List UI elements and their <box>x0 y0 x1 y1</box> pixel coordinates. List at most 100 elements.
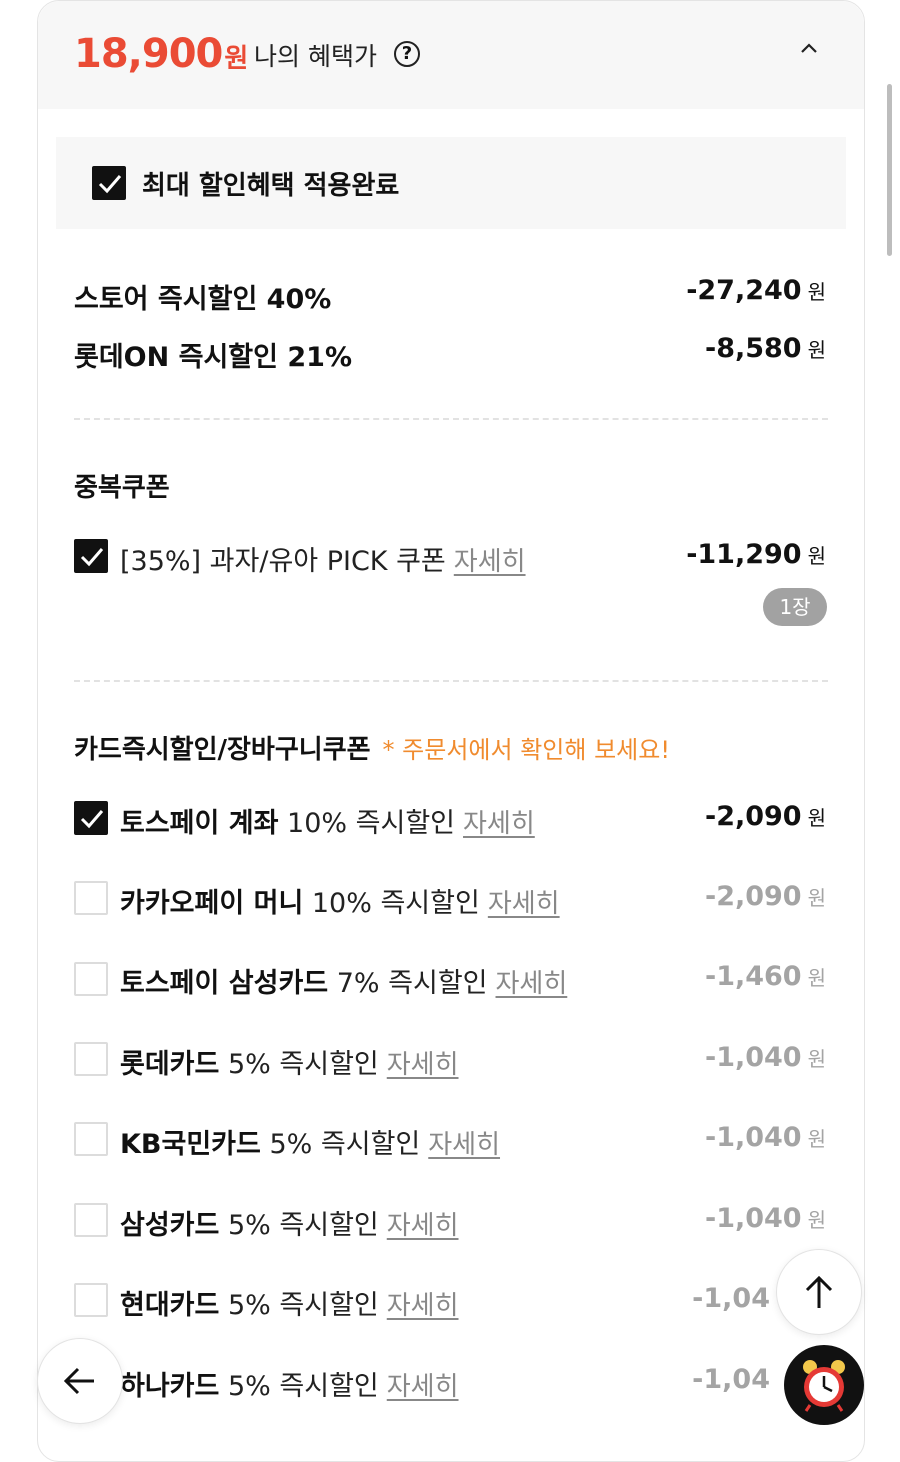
price-value: 18,900 <box>74 31 223 77</box>
amount-value: -2,090 <box>704 881 802 912</box>
chevron-up-icon[interactable] <box>796 35 822 61</box>
amount-unit: 원 <box>807 886 826 910</box>
card-name: 토스페이 계좌 <box>120 808 279 839</box>
coupon-item: [35%] 과자/유아 PICK 쿠폰 자세히 <box>120 539 526 578</box>
divider <box>74 418 828 420</box>
card-amount: -1,04 <box>692 1364 776 1395</box>
amount-unit: 원 <box>807 338 826 362</box>
card-detail-link[interactable]: 자세히 <box>387 1050 459 1080</box>
card-desc: 10% 즉시할인 <box>287 808 456 839</box>
card-detail-link[interactable]: 자세히 <box>428 1130 500 1160</box>
help-icon[interactable]: ? <box>394 41 420 67</box>
amount-unit: 원 <box>807 1047 826 1071</box>
card-name: 현대카드 <box>120 1290 220 1321</box>
amount-unit: 원 <box>807 806 826 830</box>
alarm-button[interactable] <box>784 1345 864 1425</box>
card-desc: 5% 즉시할인 <box>227 1371 379 1402</box>
card-detail-link[interactable]: 자세히 <box>387 1291 459 1321</box>
benefit-header[interactable]: 18,900원 나의 혜택가 ? <box>38 1 864 109</box>
card-name: 롯데카드 <box>120 1049 220 1080</box>
check-icon <box>80 810 104 829</box>
arrow-up-icon <box>805 1275 833 1308</box>
store-discount-amount: -27,240 원 <box>686 275 826 306</box>
max-discount-applied-box: 최대 할인혜택 적용완료 <box>56 137 846 229</box>
coupon-quantity-badge: 1장 <box>763 588 827 626</box>
scroll-top-button[interactable] <box>776 1249 862 1335</box>
benefit-label: 나의 혜택가 <box>254 42 377 71</box>
amount-value: -1,04 <box>692 1364 770 1395</box>
amount-unit: 원 <box>807 966 826 990</box>
card-amount: -1,040 원 <box>705 1122 826 1153</box>
card-detail-link[interactable]: 자세히 <box>488 889 560 919</box>
card-detail-link[interactable]: 자세히 <box>387 1211 459 1241</box>
card-checkbox-kakaopay[interactable] <box>74 881 108 915</box>
card-item-kb: KB국민카드 5% 즉시할인 자세히 <box>120 1122 500 1161</box>
card-amount: -2,090 원 <box>705 801 826 832</box>
card-checkbox-samsung[interactable] <box>74 1203 108 1237</box>
lotteon-discount-label: 롯데ON 즉시할인 21% <box>74 342 353 373</box>
price-unit: 원 <box>224 44 248 74</box>
lotteon-discount-amount: -8,580 원 <box>705 333 826 364</box>
amount-value: -1,460 <box>704 961 802 992</box>
card-detail-link[interactable]: 자세히 <box>463 809 535 839</box>
applied-label: 최대 할인혜택 적용완료 <box>142 171 400 201</box>
card-item-hyundai: 현대카드 5% 즉시할인 자세히 <box>120 1283 459 1322</box>
coupon-section-title: 중복쿠폰 <box>74 473 170 503</box>
card-section-title-text: 카드즉시할인/장바구니쿠폰 <box>74 735 371 765</box>
card-checkbox-lotte[interactable] <box>74 1042 108 1076</box>
card-item-tosspay-samsung: 토스페이 삼성카드 7% 즉시할인 자세히 <box>120 961 567 1000</box>
arrow-left-icon <box>63 1367 94 1395</box>
benefit-price: 18,900원 <box>74 31 248 77</box>
amount-value: -1,04 <box>692 1283 770 1314</box>
card-amount: -1,04 <box>692 1283 776 1314</box>
amount-value: -27,240 <box>686 275 802 306</box>
card-checkbox-kb[interactable] <box>74 1122 108 1156</box>
card-name: 삼성카드 <box>120 1210 220 1241</box>
card-desc: 5% 즉시할인 <box>227 1210 379 1241</box>
card-name: KB국민카드 <box>120 1129 261 1160</box>
amount-unit: 원 <box>807 1208 826 1232</box>
check-icon <box>80 548 104 567</box>
card-checkbox-hyundai[interactable] <box>74 1283 108 1317</box>
store-discount-label: 스토어 즉시할인 40% <box>74 284 332 315</box>
card-desc: 5% 즉시할인 <box>227 1290 379 1321</box>
card-desc: 7% 즉시할인 <box>336 968 488 999</box>
card-section-note: * 주문서에서 확인해 보세요! <box>382 736 670 764</box>
applied-checkbox[interactable] <box>92 166 126 200</box>
card-name: 하나카드 <box>120 1371 220 1402</box>
coupon-amount: -11,290 원 <box>686 539 826 570</box>
card-detail-link[interactable]: 자세히 <box>387 1372 459 1402</box>
card-amount: -2,090 원 <box>705 881 826 912</box>
coupon-detail-link[interactable]: 자세히 <box>454 547 526 577</box>
card-name: 카카오페이 머니 <box>120 888 304 919</box>
card-item-tosspay-account: 토스페이 계좌 10% 즉시할인 자세히 <box>120 801 535 840</box>
amount-value: -1,040 <box>704 1122 802 1153</box>
card-amount: -1,040 원 <box>705 1203 826 1234</box>
amount-value: -8,580 <box>704 333 802 364</box>
coupon-label: [35%] 과자/유아 PICK 쿠폰 <box>120 546 446 577</box>
card-checkbox-tosspay-samsung[interactable] <box>74 962 108 996</box>
amount-value: -1,040 <box>704 1042 802 1073</box>
amount-unit: 원 <box>807 280 826 304</box>
card-desc: 10% 즉시할인 <box>311 888 480 919</box>
card-section-title: 카드즉시할인/장바구니쿠폰 * 주문서에서 확인해 보세요! <box>74 729 670 766</box>
coupon-checkbox[interactable] <box>74 539 108 573</box>
card-desc: 5% 즉시할인 <box>227 1049 379 1080</box>
card-name: 토스페이 삼성카드 <box>120 968 329 999</box>
divider <box>74 680 828 682</box>
card-checkbox-tosspay-account[interactable] <box>74 801 108 835</box>
back-button[interactable] <box>37 1338 123 1424</box>
amount-unit: 원 <box>807 1127 826 1151</box>
card-amount: -1,040 원 <box>705 1042 826 1073</box>
check-icon <box>98 175 122 194</box>
card-item-samsung: 삼성카드 5% 즉시할인 자세히 <box>120 1203 459 1242</box>
card-amount: -1,460 원 <box>705 961 826 992</box>
scrollbar[interactable] <box>887 84 892 256</box>
benefit-panel: 18,900원 나의 혜택가 ? 최대 할인혜택 적용완료 스토어 즉시할인 4… <box>37 0 865 1462</box>
card-item-kakaopay: 카카오페이 머니 10% 즉시할인 자세히 <box>120 881 560 920</box>
amount-value: -1,040 <box>704 1203 802 1234</box>
card-item-hana: 하나카드 5% 즉시할인 자세히 <box>120 1364 459 1403</box>
card-detail-link[interactable]: 자세히 <box>496 969 568 999</box>
alarm-clock-icon <box>803 1360 845 1412</box>
amount-value: -11,290 <box>686 539 802 570</box>
